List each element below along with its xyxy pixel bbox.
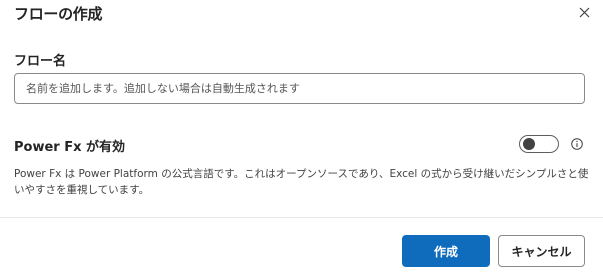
flow-name-label: フロー名 bbox=[14, 54, 67, 69]
close-icon bbox=[579, 7, 589, 17]
power-fx-description: Power Fx は Power Platform の公式言語です。これはオープ… bbox=[14, 168, 589, 196]
dialog-title: フローの作成 bbox=[14, 5, 103, 23]
power-fx-label: Power Fx が有効 bbox=[14, 140, 126, 155]
footer-divider bbox=[0, 217, 603, 218]
power-fx-toggle[interactable] bbox=[519, 135, 559, 153]
cancel-button[interactable]: キャンセル bbox=[498, 235, 585, 267]
info-icon[interactable] bbox=[571, 138, 583, 150]
create-button[interactable]: 作成 bbox=[402, 235, 490, 267]
close-button[interactable] bbox=[574, 2, 594, 22]
flow-name-input[interactable] bbox=[14, 73, 585, 104]
toggle-knob bbox=[523, 138, 535, 150]
